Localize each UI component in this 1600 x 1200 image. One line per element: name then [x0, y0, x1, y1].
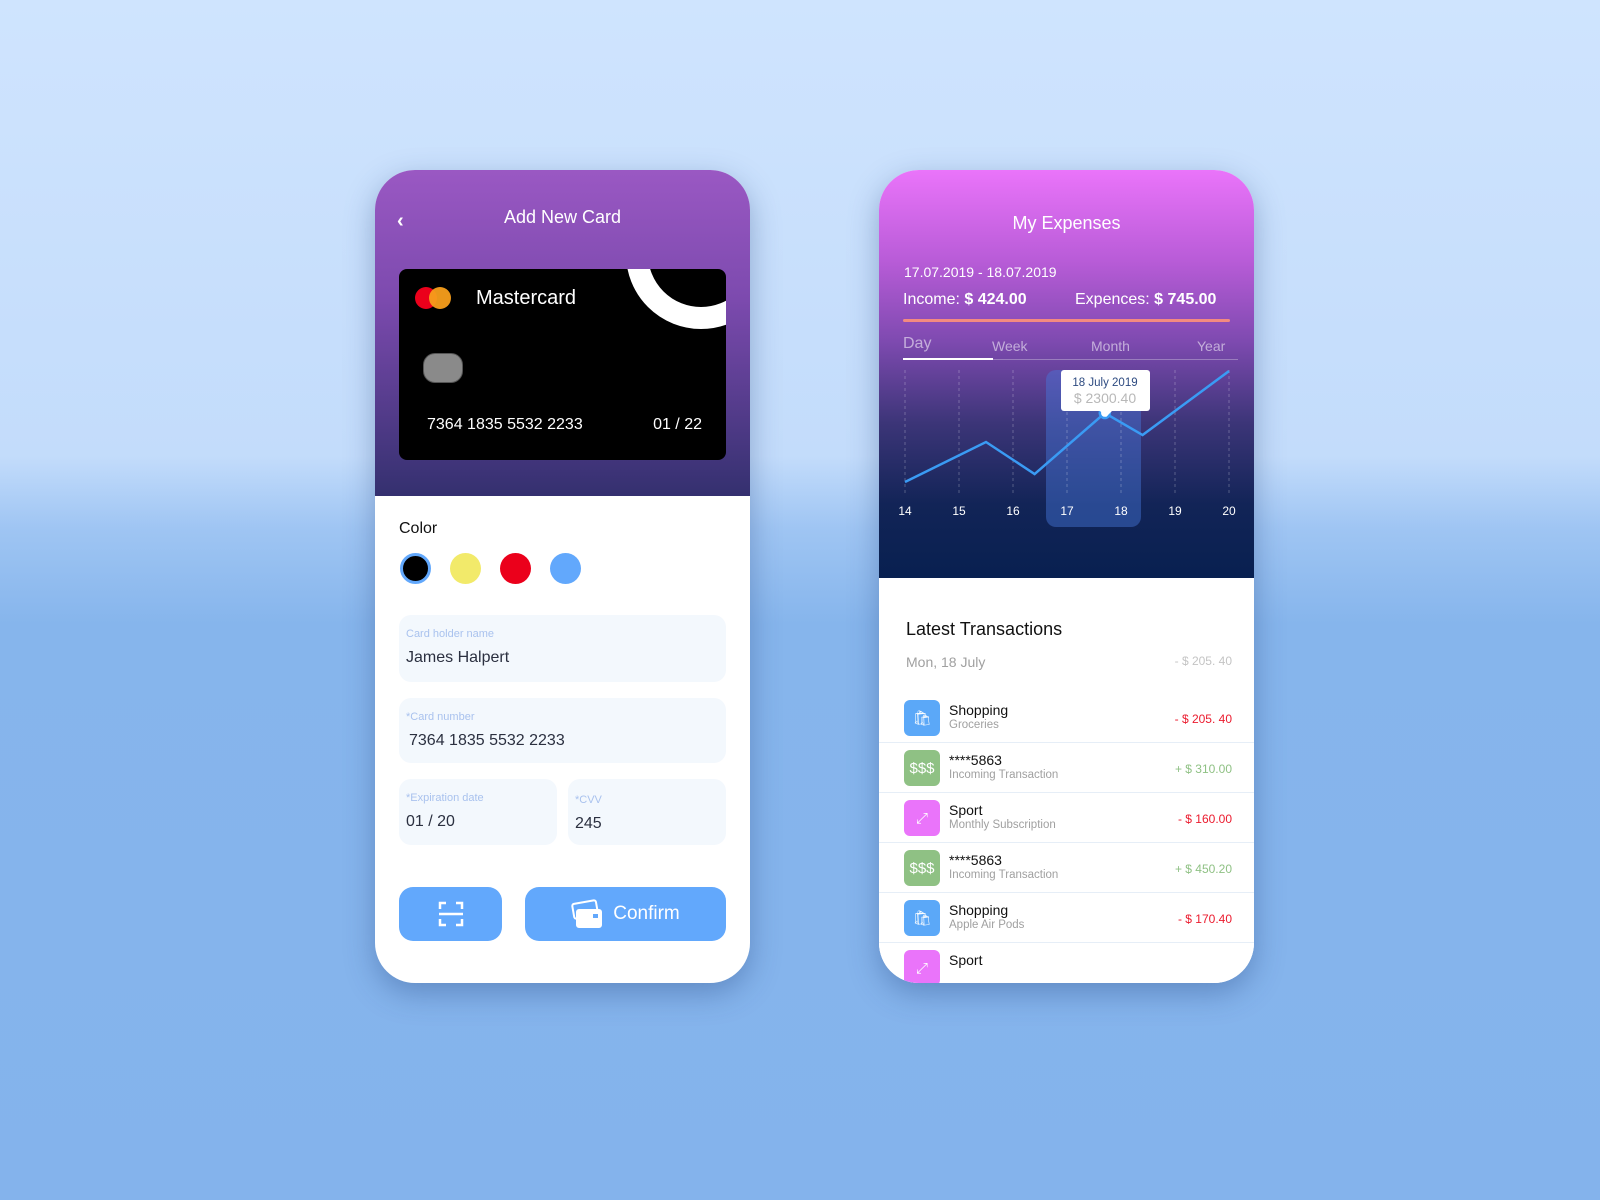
add-card-screen: ‹ Add New Card Mastercard 7364 1835 5532…	[375, 170, 750, 983]
page-title: My Expenses	[1012, 213, 1121, 233]
chip-icon	[423, 353, 463, 383]
color-swatch[interactable]	[400, 553, 431, 584]
expenses-value: $ 745.00	[1154, 291, 1217, 308]
tooltip-value: $ 2300.40	[1074, 390, 1136, 406]
page-title: Add New Card	[503, 207, 622, 227]
card-number: 7364 1835 5532 2233	[427, 416, 583, 433]
transactions-title: Latest Transactions	[906, 619, 1063, 639]
expenses-chart: 14 15 16 17 18 19 20 18 July 2019$ 2300.40	[898, 370, 1236, 527]
x-tick-label: 17	[1060, 504, 1074, 518]
x-tick-label: 19	[1168, 504, 1182, 518]
transaction-row[interactable]: $$$ ****5863 Incoming Transaction + $ 310.0…	[879, 743, 1254, 793]
x-tick-label: 18	[1114, 504, 1128, 518]
expiration-date-field[interactable]: *Expiration date 01 / 20	[399, 779, 557, 845]
transaction-subtitle: Apple Air Pods	[949, 919, 1025, 931]
expenses-screen: My Expenses 17.07.2019 - 18.07.2019 Inco…	[879, 170, 1254, 983]
transaction-title: Sport	[949, 802, 983, 818]
money-icon: $$$	[904, 850, 940, 886]
expenses-summary: Expences: $ 745.00	[1075, 291, 1216, 309]
transaction-amount: - $ 170.40	[1177, 912, 1232, 926]
transactions-day-total: - $ 205. 40	[1174, 654, 1232, 668]
transaction-amount: - $ 160.00	[1177, 812, 1232, 826]
mastercard-logo-icon	[429, 287, 451, 309]
tab-week[interactable]: Week	[992, 338, 1028, 354]
transaction-amount: + $ 310.00	[1174, 762, 1232, 776]
transaction-row[interactable]: ⤢ Sport	[879, 943, 1254, 983]
field-label: *Expiration date	[406, 792, 484, 804]
credit-card-icon	[571, 899, 603, 928]
card-preview: Mastercard 7364 1835 5532 2233 01 / 22	[399, 269, 726, 460]
transaction-row[interactable]: 🛍 Shopping Groceries - $ 205. 40	[879, 693, 1254, 743]
card-number-field[interactable]: *Card number 7364 1835 5532 2233	[399, 698, 726, 763]
expenses-label: Expences:	[1075, 291, 1150, 308]
shopping-bag-icon: 🛍	[904, 700, 940, 736]
color-label: Color	[399, 520, 438, 537]
confirm-button[interactable]: Confirm	[525, 887, 726, 941]
income-summary: Income: $ 424.00	[903, 291, 1027, 309]
transaction-title: Shopping	[949, 902, 1009, 918]
tooltip-date: 18 July 2019	[1072, 377, 1137, 389]
tab-year[interactable]: Year	[1197, 338, 1225, 354]
field-value: James Halpert	[406, 649, 510, 666]
dumbbell-icon: ⤢	[904, 950, 940, 983]
x-tick-label: 14	[898, 504, 912, 518]
money-icon: $$$	[904, 750, 940, 786]
scan-icon	[438, 901, 463, 927]
transaction-subtitle: Incoming Transaction	[949, 769, 1059, 781]
card-holder-field[interactable]: Card holder name James Halpert	[399, 615, 726, 682]
field-label: Card holder name	[406, 628, 495, 640]
field-value: 245	[575, 815, 602, 832]
x-tick-label: 16	[1006, 504, 1020, 518]
color-swatch[interactable]	[500, 553, 531, 584]
x-tick-label: 15	[952, 504, 966, 518]
income-label: Income:	[903, 291, 960, 308]
field-value: 01 / 20	[406, 813, 455, 830]
tab-month[interactable]: Month	[1091, 338, 1130, 354]
transaction-subtitle: Groceries	[949, 719, 999, 731]
card-brand: Mastercard	[476, 287, 577, 309]
active-tab-underline	[903, 358, 993, 360]
x-tick-label: 20	[1222, 504, 1236, 518]
transaction-title: Sport	[949, 952, 983, 968]
transaction-row[interactable]: ⤢ Sport Monthly Subscription - $ 160.00	[879, 793, 1254, 843]
shopping-bag-icon: 🛍	[904, 900, 940, 936]
date-range: 17.07.2019 - 18.07.2019	[904, 264, 1057, 280]
income-value: $ 424.00	[964, 291, 1027, 308]
tab-day[interactable]: Day	[903, 335, 931, 353]
cvv-field[interactable]: *CVV 245	[568, 779, 726, 845]
field-label: *CVV	[575, 794, 602, 806]
transaction-title: ****5863	[949, 752, 1002, 768]
card-expiry: 01 / 22	[653, 416, 702, 433]
color-swatch[interactable]	[450, 553, 481, 584]
transactions-day: Mon, 18 July	[906, 654, 986, 670]
card-decoration	[626, 269, 726, 329]
scan-card-button[interactable]	[399, 887, 502, 941]
confirm-label: Confirm	[613, 903, 680, 924]
transaction-amount: - $ 205. 40	[1174, 712, 1232, 726]
color-swatch[interactable]	[550, 553, 581, 584]
transaction-title: Shopping	[949, 702, 1009, 718]
transaction-subtitle: Monthly Subscription	[949, 819, 1056, 831]
transaction-subtitle: Incoming Transaction	[949, 869, 1059, 881]
field-label: *Card number	[406, 711, 475, 723]
transaction-row[interactable]: 🛍 Shopping Apple Air Pods - $ 170.40	[879, 893, 1254, 943]
transaction-title: ****5863	[949, 852, 1002, 868]
transaction-amount: + $ 450.20	[1174, 862, 1232, 876]
transaction-row[interactable]: $$$ ****5863 Incoming Transaction + $ 450.2…	[879, 843, 1254, 893]
dumbbell-icon: ⤢	[904, 800, 940, 836]
summary-bar	[903, 319, 1230, 322]
field-value: 7364 1835 5532 2233	[409, 732, 565, 749]
